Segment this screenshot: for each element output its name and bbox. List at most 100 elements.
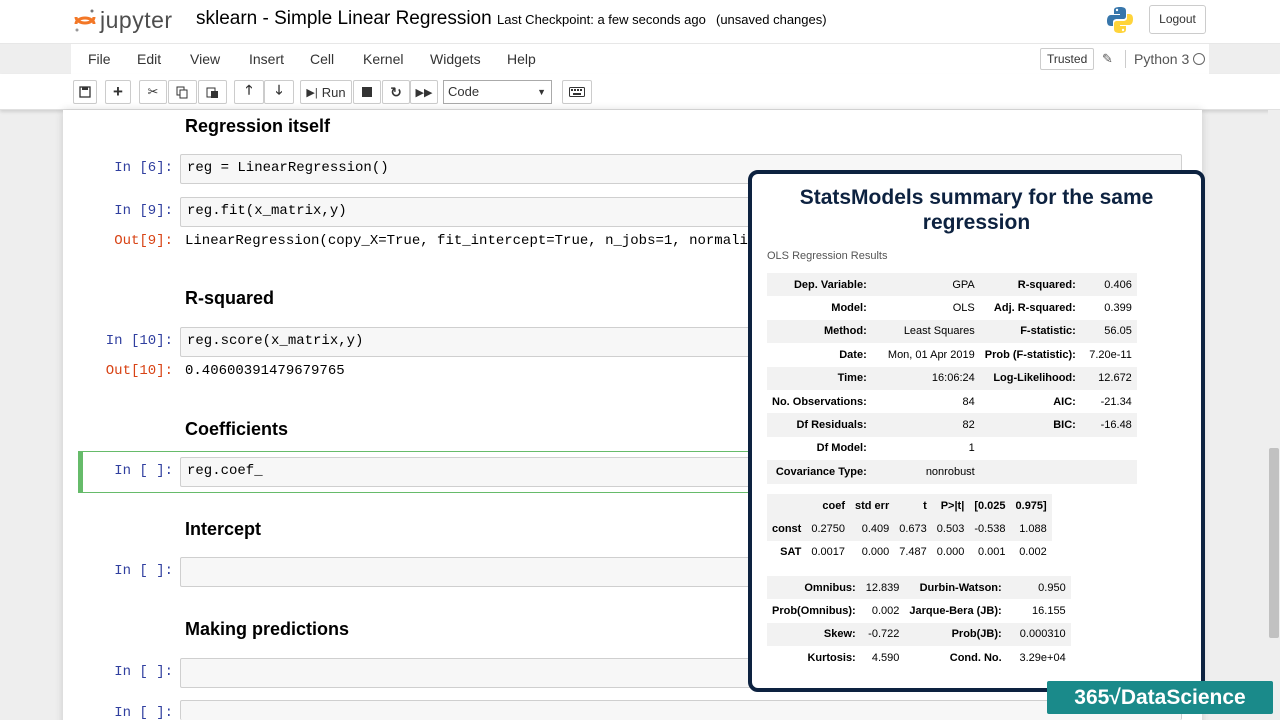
cell-output: 0.40600391479679765 [185,363,345,379]
kernel-idle-icon [1193,53,1205,65]
restart-button[interactable]: ↻ [382,80,410,104]
table-cell: Dep. Variable: [767,273,872,297]
interrupt-button[interactable] [353,80,381,104]
ols-results-title: OLS Regression Results [767,250,888,262]
table-cell: Durbin-Watson: [904,576,1007,600]
table-cell: No. Observations: [772,395,867,408]
copy-button[interactable] [168,80,197,104]
logo-text: jupyter [100,6,173,33]
table-cell: nonrobust [871,460,980,484]
table-cell: Df Model: [816,442,867,455]
table-cell: GPA [871,273,980,297]
table-cell: OLS [952,302,975,315]
panel-title: StatsModels summary for the same regress… [799,186,1154,234]
table-header: P>|t| [931,494,970,518]
move-up-button[interactable]: 🡑 [234,80,264,104]
menu-help[interactable]: Help [507,51,536,67]
table-header: [0.025 [969,494,1011,518]
table-cell: -0.722 [860,622,905,647]
table-row: Method: Least Squares F-statistic: 56.05 [767,319,1137,344]
table-header: t [894,494,932,518]
edit-pencil-icon[interactable]: ✎ [1102,51,1113,67]
step-forward-icon: ▶| [306,86,318,99]
table-row: Date: Mon, 01 Apr 2019 Prob (F-statistic):… [767,343,1137,366]
heading-intercept: Intercept [185,519,262,539]
table-cell: 7.487 [899,546,927,559]
plus-icon: + [113,82,123,101]
menu-view[interactable]: View [190,51,220,67]
cell-output: LinearRegression(copy_X=True, fit_interc… [185,233,799,249]
table-cell: 0.002 [1019,546,1047,559]
move-down-button[interactable]: 🡓 [264,80,294,104]
run-button[interactable]: ▶| Run [300,80,352,104]
table-cell: 1.088 [1010,517,1052,541]
table-cell: 0.950 [1006,576,1071,600]
table-cell: Least Squares [871,319,980,344]
menu-widgets[interactable]: Widgets [430,51,481,67]
table-cell: Covariance Type: [767,460,872,484]
table-cell: 0.503 [931,517,970,541]
statsmodels-summary-panel: StatsModels summary for the same regress… [748,170,1205,692]
output-prompt: Out[10]: [105,363,173,379]
table-row: Df Residuals: 82 BIC: -16.48 [767,413,1137,437]
table-cell: R-squared: [979,273,1081,297]
table-cell: Prob(Omnibus): [772,605,856,618]
table-row: const 0.2750 0.409 0.673 0.503 -0.538 1.088 [767,517,1052,541]
table-cell: -0.538 [969,517,1011,541]
menu-edit[interactable]: Edit [137,51,161,67]
heading-regression: Regression itself [185,116,331,136]
cell-type-select[interactable]: Code ▼ [443,80,552,104]
cell-prompt: In [6]: [114,160,173,176]
cell-prompt: In [ ]: [114,463,173,479]
menu-cell[interactable]: Cell [310,51,334,67]
table-cell: 4.590 [871,651,900,664]
menu-insert[interactable]: Insert [249,51,284,67]
insert-cell-button[interactable]: + [105,80,131,104]
restart-run-all-button[interactable]: ▶▶ [410,80,438,104]
table-row: Time: 16:06:24 Log-Likelihood: 12.672 [767,366,1137,390]
table-cell: 7.20e-11 [1089,348,1132,361]
toolbar: + ✂ 🡑 🡓 ▶| Run ↻ ▶▶ Code ▼ [0,74,1280,110]
table-cell: F-statistic: [979,319,1081,344]
table-cell: BIC: [979,413,1081,437]
table-cell: Adj. R-squared: [993,302,1076,315]
diagnostics-table: Omnibus: 12.839 Durbin-Watson: 0.950 Prob(Om… [767,576,1071,670]
copy-icon [176,86,188,98]
output-prompt: Out[9]: [114,233,173,249]
table-cell: Time: [767,366,872,390]
table-cell: Jarque-Bera (JB): [909,605,1002,618]
notebook-title[interactable]: sklearn - Simple Linear Regression [196,8,492,30]
scrollbar-thumb[interactable] [1269,448,1279,638]
logout-button[interactable]: Logout [1149,5,1206,34]
table-cell: Mon, 01 Apr 2019 [887,348,975,361]
table-cell [1081,437,1137,460]
python-logo-icon [1107,7,1133,33]
ols-summary-table: Dep. Variable: GPA R-squared: 0.406 Model: OL… [767,273,1137,484]
table-cell: 82 [871,413,980,437]
save-button[interactable] [73,80,97,104]
menu-kernel[interactable]: Kernel [363,51,403,67]
cell-prompt: In [ ]: [114,563,173,579]
code-cell-input[interactable] [180,700,1182,720]
table-cell: 0.001 [977,546,1006,559]
cell-prompt: In [ ]: [114,705,173,720]
menubar: File Edit View Insert Cell Kernel Widget… [71,44,1209,74]
table-cell: 0.406 [1080,273,1137,297]
table-row: No. Observations: 84 AIC: -21.34 [767,390,1137,413]
table-cell: 0.000 [861,546,890,559]
trusted-badge[interactable]: Trusted [1040,48,1095,70]
kernel-divider [1125,50,1126,68]
paste-button[interactable] [198,80,227,104]
command-palette-button[interactable] [562,80,592,104]
table-cell: 84 [962,395,975,408]
table-cell: Method: [767,319,872,344]
cut-button[interactable]: ✂ [139,80,167,104]
table-header-row: coef std err t P>|t| [0.025 0.975] [767,494,1052,518]
checkpoint-status: Last Checkpoint: a few seconds ago [497,12,706,27]
menu-file[interactable]: File [88,51,111,67]
table-cell: 3.29e+04 [1019,651,1066,664]
scissors-icon: ✂ [147,84,159,99]
jupyter-logo[interactable]: jupyter [74,5,173,35]
refresh-icon: ↻ [390,83,402,100]
paste-icon [206,87,218,98]
